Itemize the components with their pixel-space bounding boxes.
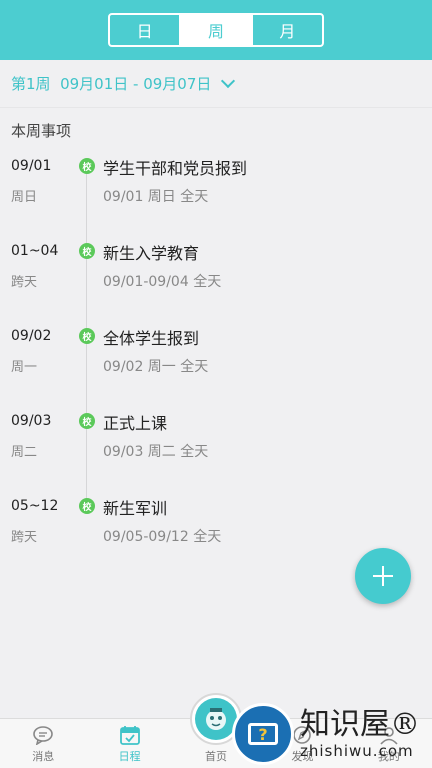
profile-icon — [380, 727, 398, 745]
nav-schedule[interactable]: 日程 — [86, 719, 172, 768]
nav-label: 消息 — [32, 750, 55, 763]
event-date: 09/02 — [11, 328, 52, 344]
event-weekday: 周日 — [11, 190, 38, 205]
message-icon — [33, 726, 54, 745]
add-event-button[interactable] — [355, 548, 411, 604]
event-detail: 09/05-09/12 全天 — [103, 529, 222, 545]
school-badge-icon: 校 — [79, 498, 95, 514]
event-date: 05~12 — [11, 498, 59, 514]
view-mode-switch: 日 周 月 — [108, 13, 324, 47]
event-item[interactable]: 01~04 跨天 校 新生入学教育 09/01-09/04 全天 — [0, 235, 432, 320]
event-date: 09/03 — [11, 413, 52, 429]
nav-messages[interactable]: 消息 — [0, 719, 86, 768]
nav-home[interactable]: 首页 — [173, 693, 259, 768]
school-badge-icon: 校 — [79, 328, 95, 344]
event-detail: 09/02 周一 全天 — [103, 359, 209, 375]
school-badge-icon: 校 — [79, 243, 95, 259]
top-bar: 日 周 月 — [0, 0, 432, 60]
nav-label: 日程 — [118, 750, 141, 763]
section-title: 本周事项 — [11, 122, 72, 140]
event-weekday: 跨天 — [11, 275, 38, 290]
event-title: 学生干部和党员报到 — [103, 159, 248, 178]
event-weekday: 跨天 — [11, 530, 38, 545]
school-badge-icon: 校 — [79, 158, 95, 174]
week-range-label: 第1周 09月01日 - 09月07日 — [11, 75, 212, 93]
event-weekday: 周一 — [11, 360, 38, 375]
event-title: 新生入学教育 — [103, 244, 200, 263]
tab-week[interactable]: 周 — [181, 15, 253, 45]
nav-label: 首页 — [205, 750, 228, 763]
tab-month[interactable]: 月 — [253, 15, 322, 45]
event-title: 全体学生报到 — [103, 329, 200, 348]
week-selector[interactable]: 第1周 09月01日 - 09月07日 — [0, 60, 432, 108]
event-weekday: 周二 — [11, 445, 38, 460]
school-badge-icon: 校 — [79, 413, 95, 429]
event-title: 新生军训 — [103, 499, 168, 518]
event-item[interactable]: 09/01 周日 校 学生干部和党员报到 09/01 周日 全天 — [0, 150, 432, 235]
event-title: 正式上课 — [103, 414, 168, 433]
event-detail: 09/03 周二 全天 — [103, 444, 209, 460]
calendar-icon — [119, 726, 140, 745]
discover-icon — [293, 726, 312, 744]
event-date: 09/01 — [11, 158, 52, 174]
nav-profile[interactable]: 我的 — [346, 719, 432, 768]
bottom-nav: 消息 日程 首页 发现 我的 — [0, 693, 432, 768]
event-timeline: 09/01 周日 校 学生干部和党员报到 09/01 周日 全天 01~04 跨… — [0, 150, 432, 575]
event-item[interactable]: 09/02 周一 校 全体学生报到 09/02 周一 全天 — [0, 320, 432, 405]
nav-label: 发现 — [291, 750, 314, 763]
event-item[interactable]: 09/03 周二 校 正式上课 09/03 周二 全天 — [0, 405, 432, 490]
nav-discover[interactable]: 发现 — [259, 719, 345, 768]
event-detail: 09/01 周日 全天 — [103, 189, 209, 205]
event-detail: 09/01-09/04 全天 — [103, 274, 222, 290]
plus-icon — [373, 566, 393, 586]
chevron-down-icon[interactable] — [221, 73, 236, 88]
tab-day[interactable]: 日 — [110, 15, 182, 45]
nav-label: 我的 — [377, 750, 400, 763]
mascot-face-icon — [206, 708, 227, 730]
event-date: 01~04 — [11, 243, 59, 259]
home-mascot-icon — [190, 693, 243, 745]
